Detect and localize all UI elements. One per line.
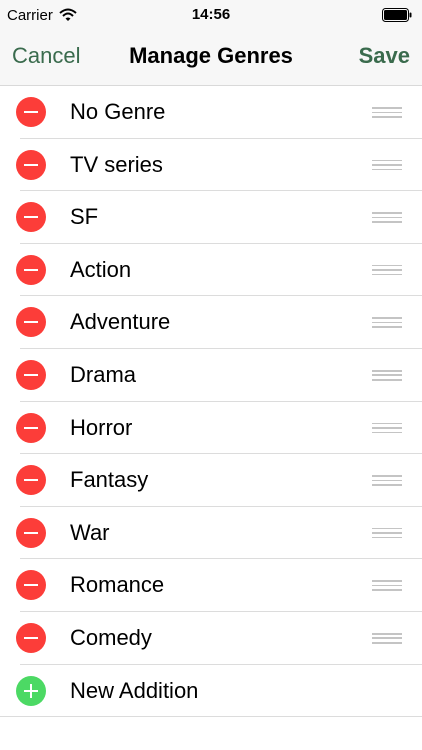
status-bar: Carrier 14:56 <box>0 0 422 30</box>
genre-label: SF <box>70 204 99 230</box>
navigation-bar: Cancel Manage Genres Save <box>0 30 422 86</box>
minus-circle-icon[interactable] <box>16 517 46 548</box>
save-button[interactable]: Save <box>359 43 410 69</box>
minus-circle-icon[interactable] <box>16 622 46 653</box>
genre-row-3: Action <box>0 244 422 297</box>
plus-circle-icon[interactable] <box>16 675 46 706</box>
reorder-handle-icon[interactable] <box>372 105 402 119</box>
reorder-handle-icon[interactable] <box>372 631 402 645</box>
reorder-handle-icon[interactable] <box>372 315 402 329</box>
genre-label: Action <box>70 256 132 282</box>
genre-row-6: Horror <box>0 402 422 455</box>
reorder-handle-icon[interactable] <box>372 210 402 224</box>
minus-circle-icon[interactable] <box>16 359 46 390</box>
genre-label: Horror <box>70 414 133 440</box>
genre-row-2: SF <box>0 191 422 244</box>
reorder-handle-icon[interactable] <box>372 578 402 592</box>
genre-row-1: TV series <box>0 139 422 192</box>
reorder-handle-icon[interactable] <box>372 526 402 540</box>
genre-row-9: Romance <box>0 559 422 612</box>
genre-row-7: Fantasy <box>0 454 422 507</box>
minus-circle-icon[interactable] <box>16 97 46 127</box>
reorder-handle-icon[interactable] <box>372 263 402 277</box>
new-addition-label: New Addition <box>70 677 199 703</box>
genre-label: Romance <box>70 572 165 598</box>
minus-circle-icon[interactable] <box>16 202 46 233</box>
genre-label: No Genre <box>70 99 166 124</box>
minus-circle-icon[interactable] <box>16 254 46 285</box>
minus-circle-icon[interactable] <box>16 412 46 443</box>
reorder-handle-icon[interactable] <box>372 158 402 172</box>
minus-circle-icon[interactable] <box>16 465 46 496</box>
status-time: 14:56 <box>191 6 231 23</box>
genre-row-5: Drama <box>0 349 422 402</box>
genre-label: Fantasy <box>70 467 149 493</box>
genre-label: Comedy <box>70 624 152 650</box>
minus-circle-icon[interactable] <box>16 307 46 338</box>
genre-row-0: No Genre <box>0 86 422 139</box>
genre-label: Adventure <box>70 309 171 335</box>
minus-circle-icon[interactable] <box>16 149 46 180</box>
reorder-handle-icon[interactable] <box>372 368 402 382</box>
minus-circle-icon[interactable] <box>16 570 46 601</box>
genre-label: War <box>70 519 110 545</box>
reorder-handle-icon[interactable] <box>372 473 402 487</box>
genre-row-4: Adventure <box>0 296 422 349</box>
genre-label: Drama <box>70 361 137 387</box>
new-addition-row[interactable]: New Addition <box>0 665 422 718</box>
genre-list: No Genre TV series SF Action Adventure D… <box>0 86 422 750</box>
reorder-handle-icon[interactable] <box>372 421 402 435</box>
genre-row-10: Comedy <box>0 612 422 665</box>
genre-row-8: War <box>0 507 422 560</box>
genre-label: TV series <box>70 151 163 177</box>
battery-icon <box>382 8 412 22</box>
